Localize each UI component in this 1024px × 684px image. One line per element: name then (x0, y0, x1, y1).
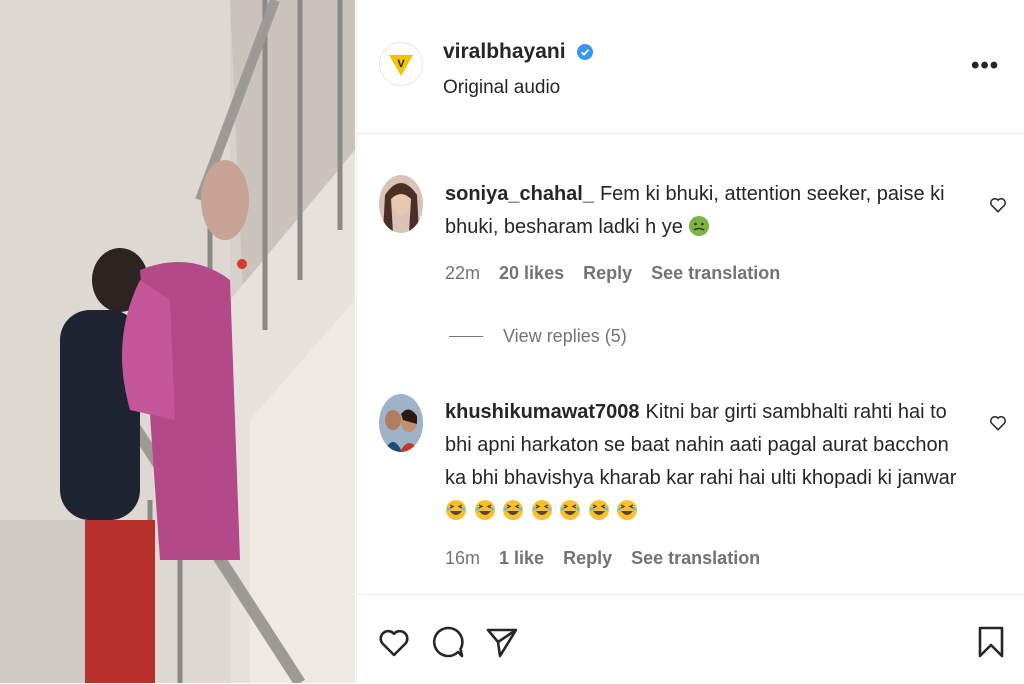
instagram-post-view: V viralbhayani Original audio ••• soniya… (0, 0, 1024, 683)
bookmark-icon[interactable] (974, 625, 1008, 659)
laughing-face-icon (531, 500, 552, 520)
post-username-text[interactable]: viralbhayani (443, 40, 566, 63)
account-avatar[interactable]: V (379, 42, 423, 86)
comment-text-block: soniya_chahal_ Fem ki bhuki, attention se… (445, 178, 965, 244)
comment-icon[interactable] (431, 625, 465, 659)
view-replies-button[interactable]: View replies (5) (449, 326, 627, 347)
heart-icon[interactable] (988, 413, 1008, 433)
comment-username[interactable]: soniya_chahal_ (445, 183, 594, 205)
brand-logo-icon: V (389, 55, 413, 76)
nauseated-face-icon (689, 216, 710, 236)
svg-text:V: V (397, 58, 405, 70)
post-action-bar (357, 594, 1024, 684)
comment-likes[interactable]: 1 like (499, 548, 544, 568)
comment-meta: 16m 1 like Reply See translation (445, 548, 774, 569)
commenter-photo (379, 394, 423, 452)
comment-time: 16m (445, 548, 481, 568)
comment-reply-button[interactable]: Reply (583, 263, 632, 283)
see-translation-link[interactable]: See translation (651, 263, 780, 283)
verified-badge-icon (577, 44, 594, 60)
comment-likes[interactable]: 20 likes (499, 263, 564, 283)
laughing-face-icon (560, 500, 581, 520)
laughing-face-icon (588, 500, 609, 520)
original-audio-link[interactable]: Original audio (443, 77, 560, 99)
post-header: V viralbhayani Original audio ••• (357, 0, 1024, 134)
replies-divider-line (449, 336, 483, 337)
commenter-avatar[interactable] (379, 394, 423, 452)
laughing-face-icon (503, 500, 524, 520)
post-details-panel: V viralbhayani Original audio ••• soniya… (356, 0, 1024, 683)
heart-icon[interactable] (377, 625, 411, 659)
laughing-face-icon (446, 500, 466, 520)
comment-reply-button[interactable]: Reply (563, 548, 612, 568)
share-icon[interactable] (485, 625, 519, 659)
laughing-face-icon (617, 500, 638, 520)
laughing-face-icon (474, 500, 495, 520)
post-username[interactable]: viralbhayani (443, 40, 594, 64)
comment-meta: 22m 20 likes Reply See translation (445, 263, 794, 284)
heart-icon[interactable] (988, 195, 1008, 215)
more-options-button[interactable]: ••• (971, 52, 999, 80)
comment-text-block: khushikumawat7008 Kitni bar girti sambhal… (445, 396, 965, 528)
comment-username[interactable]: khushikumawat7008 (445, 401, 640, 423)
see-translation-link[interactable]: See translation (631, 548, 760, 568)
view-replies-label: View replies (5) (503, 326, 627, 346)
commenter-avatar[interactable] (379, 175, 423, 233)
comment-time: 22m (445, 263, 481, 283)
laughing-emoji-group (445, 500, 639, 522)
staircase-scene-image (0, 0, 355, 683)
post-video[interactable] (0, 0, 355, 683)
commenter-photo (379, 175, 423, 233)
